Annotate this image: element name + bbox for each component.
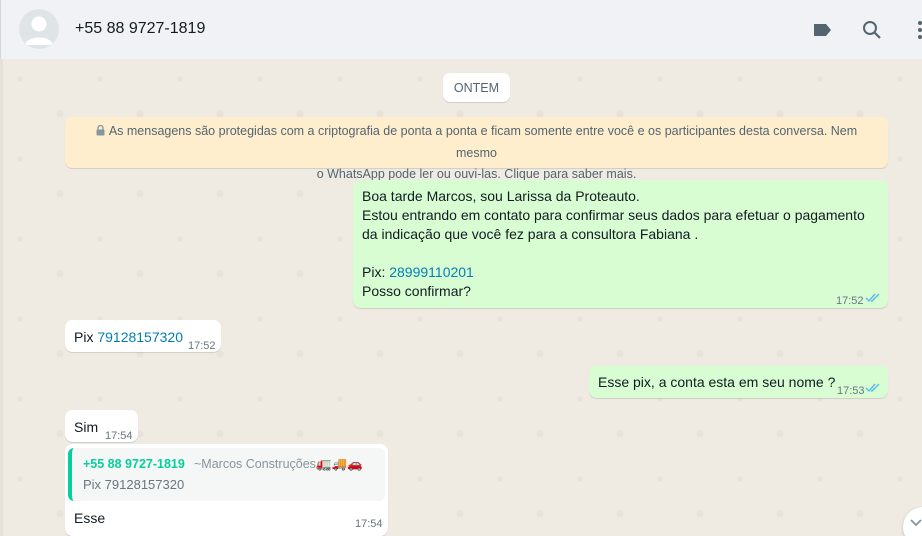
read-ticks-icon bbox=[865, 383, 880, 393]
phone-link[interactable]: 79128157320 bbox=[97, 329, 183, 345]
label-icon[interactable] bbox=[811, 19, 833, 41]
pix-label: Pix: bbox=[362, 264, 390, 280]
quoted-message[interactable]: +55 88 9727-1819 ~Marcos Construções🚛🚚🚗 … bbox=[68, 448, 385, 501]
encryption-notice[interactable]: As mensagens são protegidas com a cripto… bbox=[65, 117, 888, 181]
pane-divider bbox=[0, 59, 3, 536]
message-line: da indicação que você fez para a consult… bbox=[362, 226, 699, 242]
encryption-text-line2: o WhatsApp pode ler ou ouvi-las. Clique … bbox=[316, 167, 637, 181]
chat-header: +55 88 9727-1819 bbox=[0, 0, 922, 59]
date-divider: ONTEM bbox=[443, 73, 510, 102]
message-time: 17:52 bbox=[188, 340, 216, 352]
message-time: 17:54 bbox=[355, 518, 383, 530]
message-bubble-outgoing[interactable]: Boa tarde Marcos, sou Larissa da Proteau… bbox=[353, 180, 888, 308]
message-text: Sim bbox=[74, 419, 99, 435]
message-line: Boa tarde Marcos, sou Larissa da Proteau… bbox=[362, 188, 640, 204]
contact-name[interactable]: +55 88 9727-1819 bbox=[75, 20, 205, 38]
avatar-icon[interactable] bbox=[19, 9, 59, 49]
quoted-sender: +55 88 9727-1819 bbox=[83, 457, 185, 471]
message-time: 17:53 bbox=[837, 385, 865, 397]
message-line: Posso confirmar? bbox=[362, 283, 471, 299]
message-bubble-outgoing[interactable]: Esse pix, a conta esta em seu nome ? 17:… bbox=[589, 366, 888, 398]
message-bubble-incoming[interactable]: Pix 79128157320 17:52 bbox=[65, 320, 221, 352]
quoted-text: Pix 79128157320 bbox=[83, 477, 185, 492]
menu-icon[interactable] bbox=[909, 19, 922, 41]
message-bubble-incoming[interactable]: Sim 17:54 bbox=[65, 410, 138, 442]
read-ticks-icon bbox=[865, 293, 880, 303]
encryption-text-line1: As mensagens são protegidas com a cripto… bbox=[108, 124, 858, 160]
message-text: Esse pix, a conta esta em seu nome ? bbox=[598, 374, 836, 390]
truck-emoji-icon: 🚛🚚🚗 bbox=[315, 457, 363, 471]
quoted-author: ~Marcos Construções🚛🚚🚗 bbox=[194, 457, 363, 471]
message-text: Esse bbox=[74, 510, 106, 526]
lock-icon bbox=[96, 122, 105, 143]
message-time: 17:52 bbox=[836, 295, 864, 307]
phone-link[interactable]: 28999110201 bbox=[389, 264, 474, 280]
message-text: Pix bbox=[74, 329, 98, 345]
chevron-down-icon bbox=[910, 519, 922, 527]
message-line: Estou entrando em contato para confirmar… bbox=[362, 207, 865, 223]
search-icon[interactable] bbox=[861, 19, 883, 41]
